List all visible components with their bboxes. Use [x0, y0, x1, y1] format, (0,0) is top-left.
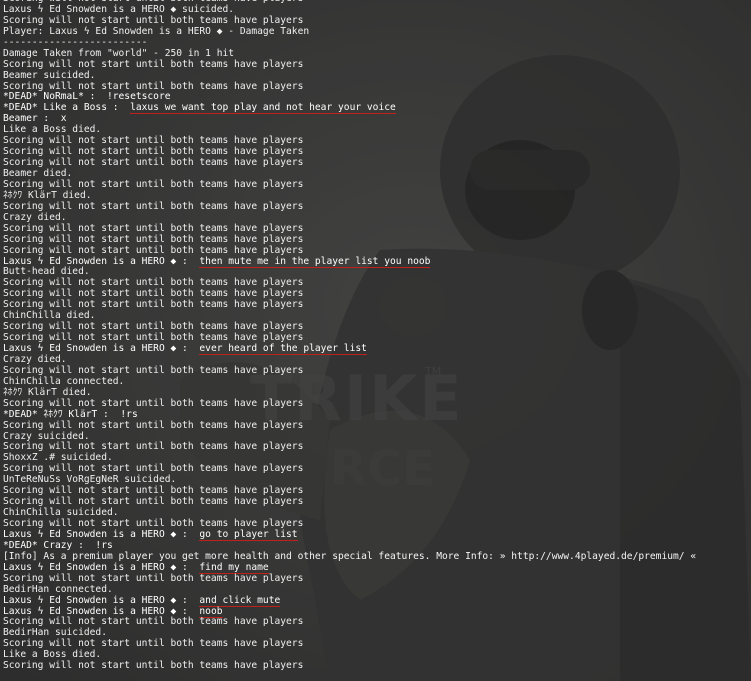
chat-sender: Laxus ϟ Ed Snowden is a HERO ◆ : — [3, 528, 200, 540]
chat-message: !resetscore — [106, 91, 171, 103]
console-line: Damage Taken from "world" - 250 in 1 hit — [3, 47, 235, 59]
console-line: Scoring will not start until both teams … — [3, 58, 304, 70]
chat-sender: Laxus ϟ Ed Snowden is a HERO ◆ : — [3, 343, 200, 354]
console-line: Scoring will not start until both teams … — [3, 222, 304, 234]
console-line: Beamer suicided. — [3, 69, 96, 81]
chat-line: Laxus ϟ Ed Snowden is a HERO ◆ : then mu… — [0, 255, 751, 268]
console-line: Scoring will not start until both teams … — [3, 178, 304, 190]
console-line: Scoring will not start until both teams … — [3, 572, 304, 584]
console-line: Scoring will not start until both teams … — [3, 233, 304, 245]
chat-message: !rs — [120, 408, 138, 420]
chat-message: then mute me in the player list you noob — [199, 255, 431, 268]
console-line: Scoring will not start until both teams … — [3, 660, 304, 672]
console-line: Scoring will not start until both teams … — [3, 200, 304, 212]
console-line: ChinChilla connected. — [3, 375, 125, 387]
chat-line: Beamer : x — [0, 113, 751, 125]
console-line: Scoring will not start until both teams … — [3, 419, 304, 431]
chat-sender: Laxus ϟ Ed Snowden is a HERO ◆ : — [3, 561, 200, 573]
chat-sender: *DEAD* NoRmaL* : — [3, 91, 107, 103]
chat-sender: *DEAD* ﾈﾎｸﾜ KlärT : — [3, 408, 121, 420]
chat-message: ever heard of the player list — [199, 343, 367, 355]
console-line: Scoring will not start until both teams … — [3, 299, 304, 311]
chat-sender: *DEAD* Crazy : — [3, 539, 96, 551]
chat-line: *DEAD* Like a Boss : laxus we want top p… — [0, 102, 751, 115]
console-line: Scoring will not start until both teams … — [3, 638, 304, 650]
chat-sender: Beamer : — [3, 113, 61, 125]
chat-sender: Laxus ϟ Ed Snowden is a HERO ◆ : — [3, 605, 200, 617]
chat-line: *DEAD* ﾈﾎｸﾜ KlärT : !rs — [0, 408, 751, 421]
chat-line: Laxus ϟ Ed Snowden is a HERO ◆ : ever he… — [0, 343, 751, 355]
chat-message: go to player list — [199, 528, 298, 541]
chat-message: find my name — [199, 561, 269, 574]
chat-message: laxus we want top play and not hear your… — [130, 102, 396, 115]
chat-sender: *DEAD* Like a Boss : — [3, 102, 131, 114]
console-line: Scoring will not start until both teams … — [3, 616, 304, 628]
console-log: Scoring will not start until both teams … — [0, 0, 751, 672]
chat-sender: Laxus ϟ Ed Snowden is a HERO ◆ : — [3, 255, 200, 267]
chat-message: and click mute — [199, 594, 281, 607]
chat-message: !rs — [95, 539, 113, 551]
console-line: Scoring will not start until both teams … — [3, 157, 304, 169]
chat-message: x — [60, 113, 67, 125]
chat-sender: Laxus ϟ Ed Snowden is a HERO ◆ : — [3, 594, 200, 606]
